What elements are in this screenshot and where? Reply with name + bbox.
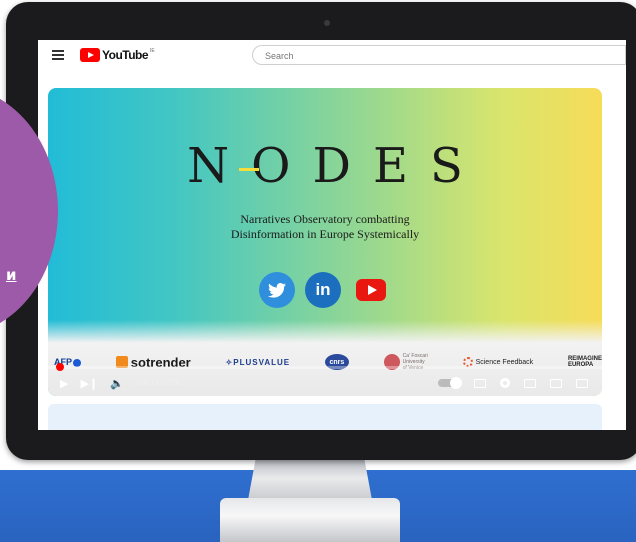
- fullscreen-icon[interactable]: [576, 378, 588, 388]
- monitor-frame: YouTube IE NODES Narratives Observatory …: [6, 2, 636, 460]
- monitor-stand-neck: [248, 460, 372, 500]
- settings-gear-icon[interactable]: [500, 378, 510, 388]
- play-icon[interactable]: ▶: [60, 377, 68, 390]
- subtitles-icon[interactable]: [474, 378, 486, 388]
- youtube-social-icon[interactable]: [351, 272, 391, 308]
- monitor-stand-base: [220, 498, 400, 542]
- youtube-logo[interactable]: YouTube IE: [80, 48, 155, 62]
- subtitle-line-2: Disinformation in Europe Systemically: [230, 227, 420, 241]
- social-icons: in: [48, 272, 602, 308]
- hamburger-menu-icon[interactable]: [52, 50, 64, 60]
- time-display: 0:00 / 1:07:22: [135, 379, 179, 387]
- title-accent-dash: [239, 168, 259, 171]
- right-controls: [438, 370, 588, 396]
- search-input[interactable]: [253, 47, 625, 65]
- youtube-play-icon: [80, 48, 100, 62]
- subtitle-line-1: Narratives Observatory combatting: [240, 212, 410, 226]
- webcam-icon: [324, 20, 330, 26]
- screen: YouTube IE NODES Narratives Observatory …: [38, 40, 626, 430]
- twitter-icon[interactable]: [259, 272, 295, 308]
- next-icon[interactable]: ▶❙: [80, 377, 98, 390]
- linkedin-icon[interactable]: in: [305, 272, 341, 308]
- video-subtitle: Narratives Observatory combatting Disinf…: [48, 212, 602, 242]
- video-player[interactable]: NODES Narratives Observatory combatting …: [48, 88, 602, 396]
- stage: YouTube IE NODES Narratives Observatory …: [0, 0, 636, 542]
- volume-icon[interactable]: 🔈: [110, 377, 124, 390]
- search-box: [252, 45, 626, 65]
- below-video-panel: [48, 404, 602, 430]
- region-label: IE: [150, 48, 155, 54]
- video-progress-bar[interactable]: [48, 363, 602, 371]
- youtube-header: YouTube IE: [38, 40, 626, 70]
- autoplay-toggle[interactable]: [438, 377, 462, 389]
- video-title-nodes: NODES: [187, 138, 485, 194]
- theater-mode-icon[interactable]: [550, 378, 562, 388]
- player-controls: ▶ ▶❙ 🔈 0:00 / 1:07:22: [48, 370, 602, 396]
- miniplayer-icon[interactable]: [524, 378, 536, 388]
- purple-circle-text[interactable]: и: [6, 266, 17, 284]
- youtube-wordmark: YouTube: [102, 48, 149, 62]
